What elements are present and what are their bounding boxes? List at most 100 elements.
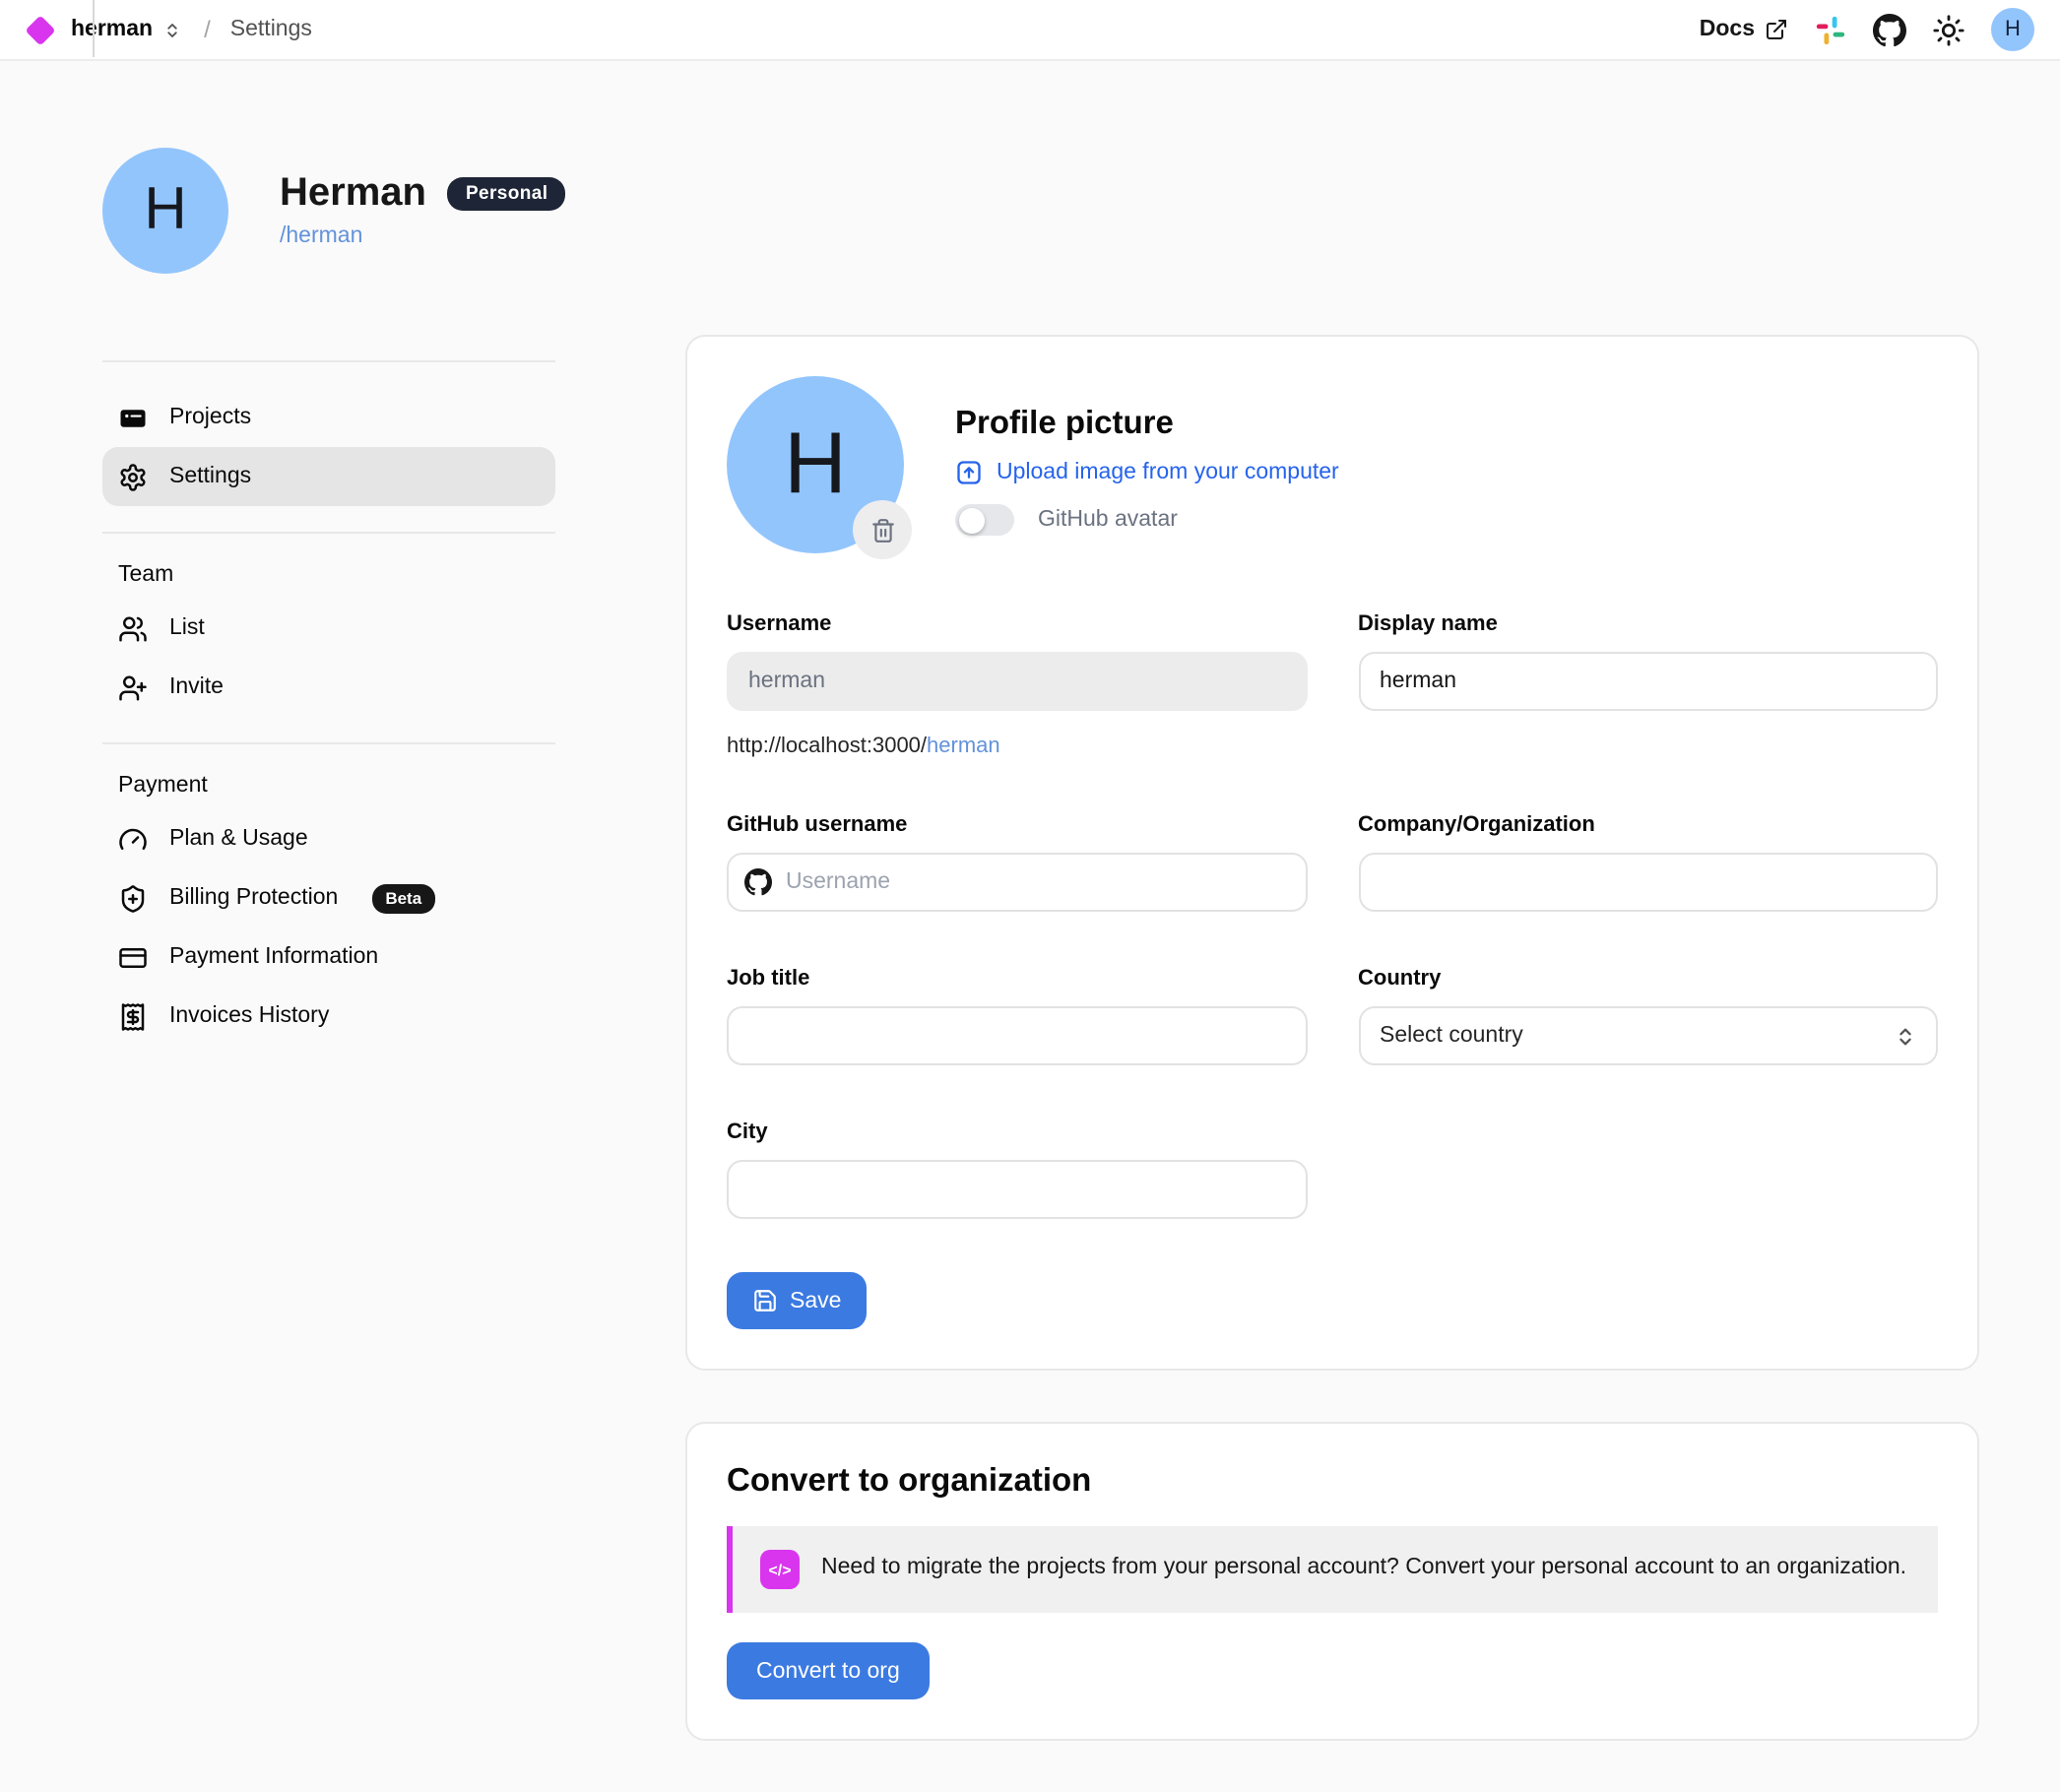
sidebar-item-label: Invoices History: [169, 1004, 329, 1028]
upload-image-label: Upload image from your computer: [997, 461, 1339, 484]
beta-badge: Beta: [371, 883, 435, 913]
github-username-input[interactable]: [727, 853, 1307, 912]
github-username-label: GitHub username: [727, 813, 1307, 837]
sidebar-team-heading: Team: [102, 559, 555, 599]
sidebar-item-label: Plan & Usage: [169, 827, 308, 851]
user-avatar-initial: H: [2005, 18, 2021, 41]
profile-picture-row: H Profile picture Upload image from your…: [727, 376, 1938, 553]
trash-icon: [869, 517, 895, 543]
credit-card-icon: [118, 942, 148, 972]
slack-button[interactable]: [1814, 13, 1847, 46]
delete-avatar-button[interactable]: [853, 500, 912, 559]
country-select-value: Select country: [1380, 1024, 1523, 1048]
external-link-icon: [1765, 18, 1788, 41]
convert-callout: </> Need to migrate the projects from yo…: [727, 1526, 1938, 1613]
shield-plus-icon: [118, 883, 148, 913]
profile-url: http://localhost:3000/herman: [727, 735, 1307, 758]
sidebar-item-billing-protection[interactable]: Billing Protection Beta: [102, 868, 555, 928]
convert-card-title: Convert to organization: [727, 1463, 1938, 1501]
city-label: City: [727, 1120, 1307, 1144]
upload-image-link[interactable]: Upload image from your computer: [955, 459, 1339, 486]
convert-to-org-button[interactable]: Convert to org: [727, 1642, 930, 1699]
github-icon: [744, 868, 772, 896]
navbar-left: herman / Settings: [30, 16, 312, 43]
field-city: City: [727, 1120, 1307, 1219]
sidebar-item-invoices-history[interactable]: Invoices History: [102, 987, 555, 1046]
sidebar-item-label: Projects: [169, 406, 251, 429]
profile-header-avatar-initial: H: [144, 177, 186, 244]
sidebar-item-label: Settings: [169, 465, 251, 488]
country-label: Country: [1358, 967, 1938, 991]
sidebar-item-projects[interactable]: Projects: [102, 388, 555, 447]
profile-picture-initial: H: [784, 416, 847, 514]
profile-picture-info: Profile picture Upload image from your c…: [955, 376, 1339, 553]
country-select[interactable]: Select country: [1358, 1006, 1938, 1065]
breadcrumb-current-page: Settings: [230, 18, 312, 41]
gauge-icon: [118, 824, 148, 854]
sidebar-item-team-invite[interactable]: Invite: [102, 658, 555, 717]
sidebar-team-group: Team List Invite: [102, 534, 555, 742]
sidebar-item-team-list[interactable]: List: [102, 599, 555, 658]
profile-header-info: Herman Personal /herman: [280, 170, 565, 251]
user-plus-icon: [118, 672, 148, 702]
vertical-line-artifact: [93, 0, 95, 57]
field-company: Company/Organization: [1358, 813, 1938, 912]
sidebar: Projects Settings Team List: [102, 335, 555, 1071]
profile-url-username-link[interactable]: herman: [927, 735, 1000, 758]
sidebar-item-payment-information[interactable]: Payment Information: [102, 928, 555, 987]
job-title-label: Job title: [727, 967, 1307, 991]
profile-picture-wrap: H: [727, 376, 904, 553]
sidebar-item-label: List: [169, 616, 205, 640]
github-icon: [1873, 13, 1906, 46]
main-column: H Profile picture Upload image from your…: [685, 335, 1979, 1741]
breadcrumb-separator: /: [204, 16, 211, 43]
profile-header: H Herman Personal /herman: [102, 148, 1979, 274]
team-selector[interactable]: herman: [71, 18, 180, 41]
sun-icon: [1932, 13, 1965, 46]
code-icon: </>: [760, 1550, 800, 1589]
team-selector-label: herman: [71, 18, 153, 41]
navbar: herman / Settings Docs: [0, 0, 2060, 61]
save-button-label: Save: [790, 1289, 841, 1312]
account-type-badge: Personal: [448, 176, 565, 210]
profile-settings-card: H Profile picture Upload image from your…: [685, 335, 1979, 1371]
display-name-input[interactable]: [1358, 652, 1938, 711]
profile-name-row: Herman Personal: [280, 170, 565, 216]
profile-header-avatar: H: [102, 148, 228, 274]
field-username: Username http://localhost:3000/herman: [727, 612, 1307, 758]
chevrons-up-down-icon: [162, 21, 180, 38]
page-content: H Herman Personal /herman Projects: [0, 148, 2060, 1741]
username-input[interactable]: [727, 652, 1307, 711]
sidebar-main-group: Projects Settings: [102, 362, 555, 532]
field-country: Country Select country: [1358, 967, 1938, 1065]
docs-link[interactable]: Docs: [1700, 18, 1788, 41]
github-avatar-toggle[interactable]: [955, 504, 1014, 536]
profile-handle-link[interactable]: /herman: [280, 224, 362, 247]
docs-link-label: Docs: [1700, 18, 1755, 41]
sidebar-payment-heading: Payment: [102, 770, 555, 809]
toggle-knob: [958, 507, 984, 533]
sidebar-item-settings[interactable]: Settings: [102, 447, 555, 506]
sidebar-item-label: Invite: [169, 675, 224, 699]
sidebar-item-label: Billing Protection: [169, 886, 338, 910]
job-title-input[interactable]: [727, 1006, 1307, 1065]
sidebar-item-plan-usage[interactable]: Plan & Usage: [102, 809, 555, 868]
theme-toggle-button[interactable]: [1932, 13, 1965, 46]
convert-callout-text: Need to migrate the projects from your p…: [821, 1553, 1906, 1587]
user-avatar-button[interactable]: H: [1991, 8, 2034, 51]
field-github-username: GitHub username: [727, 813, 1307, 912]
company-input[interactable]: [1358, 853, 1938, 912]
save-button[interactable]: Save: [727, 1272, 867, 1329]
github-button[interactable]: [1873, 13, 1906, 46]
github-avatar-toggle-label: GitHub avatar: [1038, 508, 1178, 532]
field-job-title: Job title: [727, 967, 1307, 1065]
slack-icon: [1814, 13, 1847, 46]
convert-to-organization-card: Convert to organization </> Need to migr…: [685, 1422, 1979, 1741]
city-input[interactable]: [727, 1160, 1307, 1219]
sidebar-payment-group: Payment Plan & Usage Billing Protection …: [102, 744, 555, 1071]
users-icon: [118, 613, 148, 643]
field-display-name: Display name: [1358, 612, 1938, 758]
columns: Projects Settings Team List: [102, 335, 1979, 1741]
gear-icon: [118, 462, 148, 491]
profile-form: Username http://localhost:3000/herman Di…: [727, 612, 1938, 1219]
